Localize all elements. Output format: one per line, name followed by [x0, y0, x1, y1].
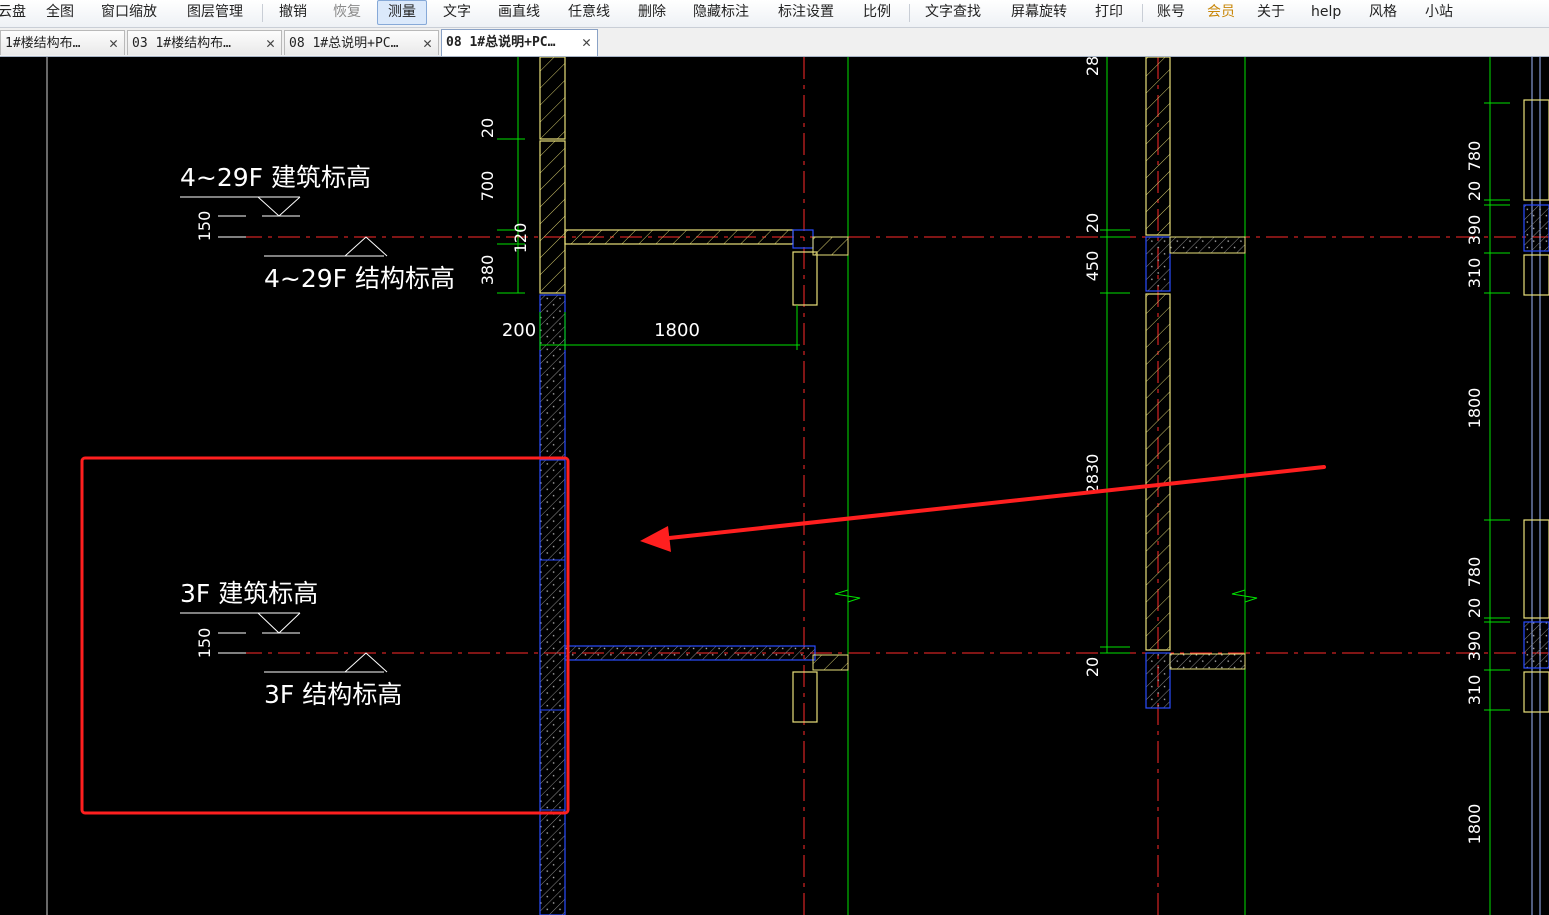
- menu-help[interactable]: help: [1311, 0, 1341, 25]
- close-icon[interactable]: ✕: [582, 30, 591, 55]
- menu-layer-manager[interactable]: 图层管理: [187, 0, 243, 25]
- tab-document-2[interactable]: 03 1#楼结构布… ✕: [127, 30, 282, 55]
- menu-rotate-screen[interactable]: 屏幕旋转: [1011, 0, 1067, 25]
- menu-scale[interactable]: 比例: [863, 0, 891, 25]
- dimension-text: 20: [1083, 657, 1102, 677]
- middle-wall-column: [1145, 57, 1246, 709]
- menu-undo[interactable]: 撤销: [279, 0, 307, 25]
- menu-bar: 云盘 全图 窗口缩放 图层管理 撤销 恢复 测量 文字 画直线 任意线 删除 隐…: [0, 0, 1549, 28]
- cad-drawing-canvas[interactable]: 4~29F 建筑标高 4~29F 结构标高 3F 建筑标高 3F 结构标高 15…: [0, 57, 1549, 915]
- dimension-text: 1800: [1465, 388, 1484, 429]
- document-tab-bar: 1#楼结构布… ✕ 03 1#楼结构布… ✕ 08 1#总说明+PC… ✕ 08…: [0, 28, 1549, 57]
- menu-delete[interactable]: 删除: [638, 0, 666, 25]
- level-label-upper-structural: 4~29F 结构标高: [264, 264, 455, 293]
- dimension-text: 20: [1465, 598, 1484, 618]
- dimension-text: 150: [195, 628, 214, 659]
- menu-annotation-settings[interactable]: 标注设置: [778, 0, 834, 25]
- right-window-column: [1523, 99, 1549, 713]
- arrow-icon: [640, 465, 1326, 552]
- menu-style[interactable]: 风格: [1369, 0, 1397, 25]
- dimension-text: 780: [1465, 557, 1484, 588]
- menu-account[interactable]: 账号: [1157, 0, 1185, 25]
- close-icon[interactable]: ✕: [109, 31, 118, 55]
- menu-separator: [1142, 4, 1143, 22]
- menu-print[interactable]: 打印: [1095, 0, 1123, 25]
- dimension-text: 380: [478, 255, 497, 286]
- tab-label: 08 1#总说明+PC…: [446, 35, 556, 50]
- menu-station[interactable]: 小站: [1425, 0, 1453, 25]
- dimension-text: 450: [1083, 251, 1102, 282]
- tab-label: 08 1#总说明+PC…: [289, 36, 399, 51]
- menu-find-text[interactable]: 文字查找: [925, 0, 981, 25]
- dimension-text: 390: [1465, 215, 1484, 246]
- highlight-box: [80, 456, 570, 815]
- menu-about[interactable]: 关于: [1257, 0, 1285, 25]
- tab-document-3[interactable]: 08 1#总说明+PC… ✕: [284, 30, 439, 55]
- tab-label: 03 1#楼结构布…: [132, 36, 231, 51]
- lower-balcony-slab: [564, 645, 849, 723]
- menu-full-view[interactable]: 全图: [46, 0, 74, 25]
- menu-draw-line[interactable]: 画直线: [498, 0, 540, 25]
- dimension-text: 200: [502, 320, 536, 341]
- menu-measure[interactable]: 测量: [377, 0, 427, 25]
- menu-separator: [909, 4, 910, 22]
- dimension-text: 2830: [1083, 454, 1102, 495]
- dimension-text: 28: [1083, 57, 1102, 76]
- left-wall-column: [539, 57, 566, 915]
- close-icon[interactable]: ✕: [423, 31, 432, 55]
- menu-separator: [262, 4, 263, 22]
- dimension-text: 310: [1465, 258, 1484, 289]
- menu-free-line[interactable]: 任意线: [568, 0, 610, 25]
- level-label-lower-architectural: 3F 建筑标高: [180, 579, 318, 608]
- dimension-text: 310: [1465, 675, 1484, 706]
- level-label-lower-structural: 3F 结构标高: [264, 680, 402, 709]
- dimension-lines: [497, 57, 1510, 711]
- dimension-text: 150: [195, 211, 214, 242]
- tab-document-4-active[interactable]: 08 1#总说明+PC… ✕: [441, 29, 598, 56]
- menu-cloud[interactable]: 云盘: [0, 0, 26, 25]
- tab-document-1[interactable]: 1#楼结构布… ✕: [0, 30, 125, 55]
- dimension-text: 1800: [654, 320, 700, 341]
- menu-membership[interactable]: 会员: [1207, 0, 1235, 25]
- dimension-text: 1800: [1465, 804, 1484, 845]
- dimension-text: 700: [478, 171, 497, 202]
- tab-label: 1#楼结构布…: [5, 36, 81, 51]
- dimension-text: 20: [1465, 181, 1484, 201]
- close-icon[interactable]: ✕: [266, 31, 275, 55]
- menu-redo[interactable]: 恢复: [333, 0, 361, 25]
- dimension-text: 20: [1083, 213, 1102, 233]
- dimension-text: 120: [511, 223, 530, 254]
- dimension-text: 20: [478, 118, 497, 138]
- dimension-text: 780: [1465, 141, 1484, 172]
- dimension-text: 390: [1465, 631, 1484, 662]
- menu-hide-annotation[interactable]: 隐藏标注: [693, 0, 749, 25]
- level-label-upper-architectural: 4~29F 建筑标高: [180, 163, 371, 192]
- upper-balcony-slab: [564, 229, 849, 306]
- menu-window-zoom[interactable]: 窗口缩放: [101, 0, 157, 25]
- menu-text[interactable]: 文字: [443, 0, 471, 25]
